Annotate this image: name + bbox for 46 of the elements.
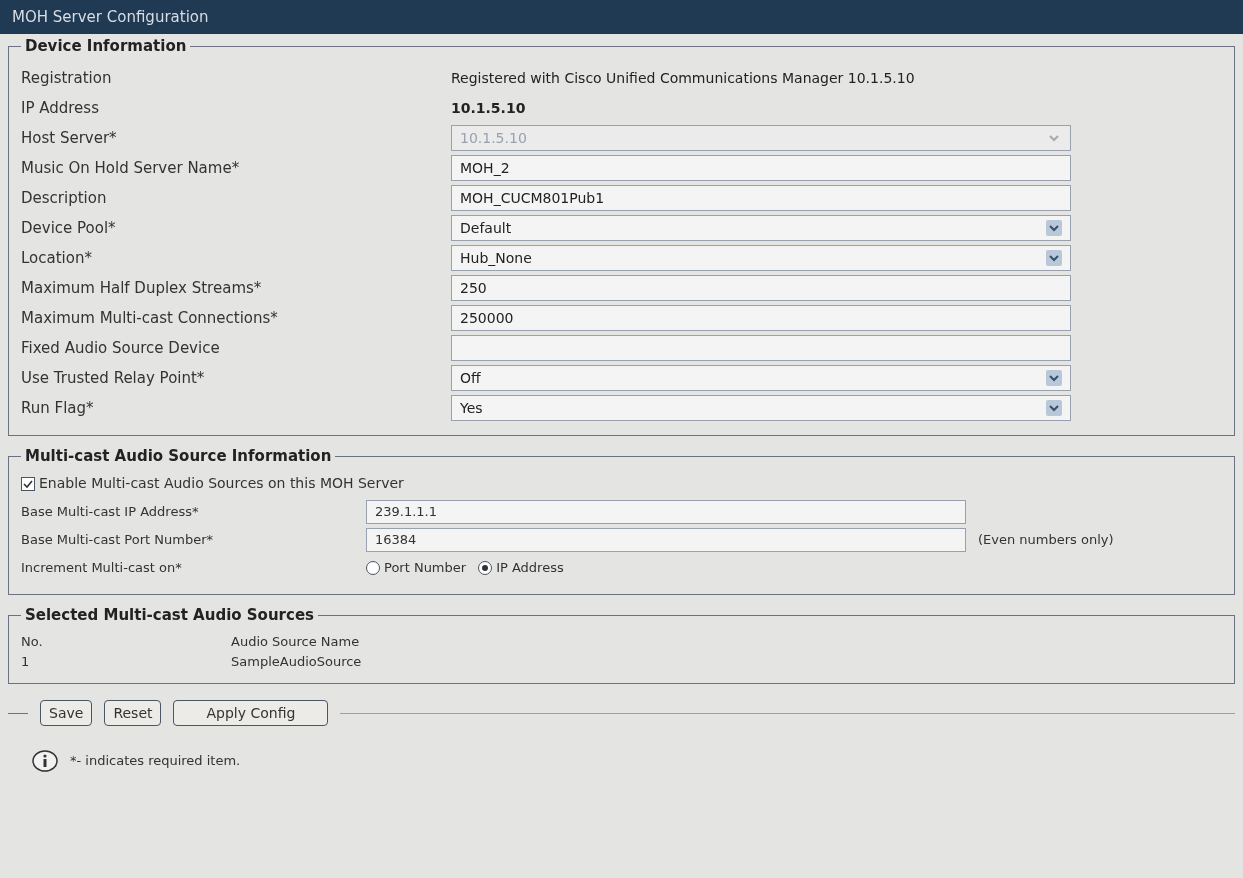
table-cell-text: 1: [21, 652, 31, 671]
input-field[interactable]: 250: [451, 275, 1071, 301]
info-icon: [32, 750, 58, 772]
input-field[interactable]: 250000: [451, 305, 1071, 331]
field-label: Use Trusted Relay Point*: [21, 367, 206, 389]
field-label: Fixed Audio Source Device: [21, 337, 221, 359]
field-label: Maximum Multi-cast Connections*: [21, 307, 279, 329]
field-label: Host Server*: [21, 127, 118, 149]
window-title: MOH Server Configuration: [12, 6, 209, 28]
input-field[interactable]: [451, 335, 1071, 361]
required-note: *- indicates required item.: [70, 752, 241, 771]
field-label: Description: [21, 187, 108, 209]
field-label: Maximum Half Duplex Streams*: [21, 277, 263, 299]
input-field[interactable]: 239.1.1.1: [366, 500, 966, 524]
input-field[interactable]: MOH_2: [451, 155, 1071, 181]
field-label: Increment Multi-cast on*: [21, 559, 183, 578]
field-label: Registration: [21, 67, 113, 89]
action-button[interactable]: Save: [40, 700, 93, 726]
field-hint: (Even numbers only): [978, 531, 1114, 550]
action-button[interactable]: Reset: [104, 700, 162, 726]
column-header: Audio Source Name: [231, 633, 360, 651]
dropdown-field[interactable]: Yes: [451, 395, 1071, 421]
field-value: 10.1.5.10: [451, 98, 526, 118]
dropdown-field[interactable]: Off: [451, 365, 1071, 391]
field-label: Run Flag*: [21, 397, 95, 419]
checkbox[interactable]: [21, 476, 35, 491]
dropdown-field[interactable]: Hub_None: [451, 245, 1071, 271]
field-label: Base Multi-cast IP Address*: [21, 503, 200, 522]
column-header: No.: [21, 633, 44, 651]
radio-label: IP Address: [496, 559, 564, 578]
checkmark-icon: [23, 478, 33, 489]
input-field[interactable]: MOH_CUCM801Pub1: [451, 185, 1071, 211]
field-label: Music On Hold Server Name*: [21, 157, 241, 179]
input-field[interactable]: 16384: [366, 528, 966, 552]
radio-button[interactable]: [478, 561, 493, 575]
checkbox-label: Enable Multi-cast Audio Sources on this MOH Server: [39, 474, 404, 493]
field-label: Device Pool*: [21, 217, 117, 239]
dropdown-field[interactable]: Default: [451, 215, 1071, 241]
field-label: Location*: [21, 247, 93, 269]
action-button[interactable]: Apply Config: [173, 700, 329, 726]
field-label: Base Multi-cast Port Number*: [21, 531, 214, 550]
field-label: IP Address: [21, 97, 100, 119]
radio-button[interactable]: [366, 561, 380, 575]
radio-label: Port Number: [384, 559, 467, 578]
field-value: Registered with Cisco Unified Communications Manager 10.1.5.10: [451, 68, 915, 88]
table-cell-text: SampleAudioSource: [231, 652, 362, 671]
